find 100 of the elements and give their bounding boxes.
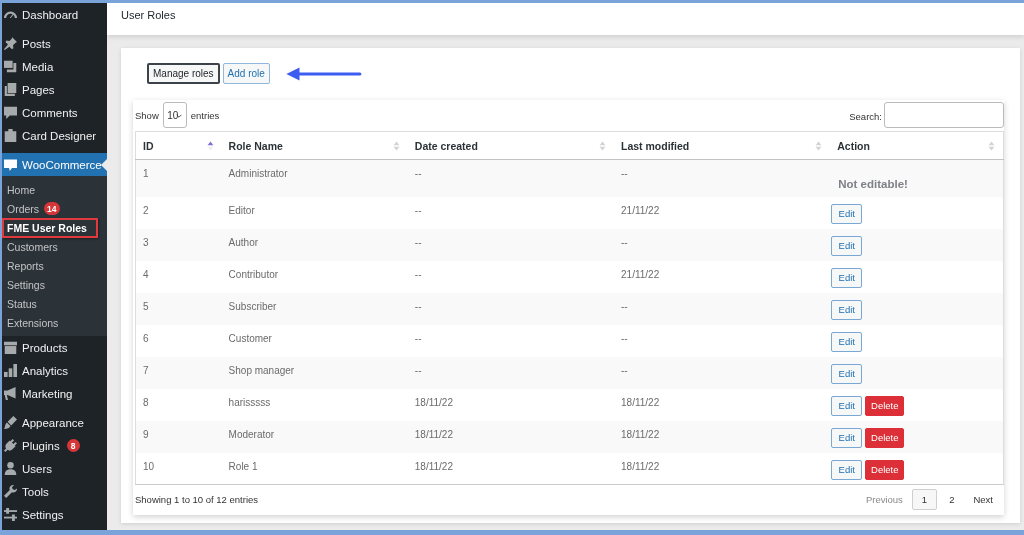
submenu-item[interactable]: Extensions — [2, 312, 64, 333]
submenu-item[interactable]: Status — [2, 293, 42, 314]
status-note: Not editable! — [837, 177, 908, 190]
search-field[interactable] — [884, 102, 1004, 128]
documents-icon — [4, 83, 17, 96]
page-button[interactable]: 1 — [911, 488, 938, 510]
table-cell: -- — [407, 196, 615, 229]
table-cell: 18/11/22 — [407, 452, 615, 485]
edit-button[interactable]: Edit — [831, 331, 863, 352]
table-cell: 21/11/22 — [614, 196, 831, 229]
table-cell: 18/11/22 — [614, 420, 831, 453]
menu-item[interactable]: Analytics — [2, 359, 107, 382]
search-label: Search: — [849, 110, 882, 122]
chat-bubble-icon — [4, 158, 17, 171]
delete-button[interactable]: Delete — [865, 459, 905, 480]
table-cell: -- — [614, 324, 831, 357]
menu-item[interactable]: Marketing — [2, 382, 107, 405]
person-icon — [4, 462, 17, 475]
edit-button[interactable]: Edit — [831, 267, 863, 288]
table-cell: 7 — [135, 356, 222, 389]
tab-button[interactable]: Add role — [222, 63, 270, 84]
bar-chart-icon — [4, 364, 17, 377]
table-cell: harisssss — [221, 388, 408, 421]
submenu-item[interactable]: Orders 14 — [2, 198, 65, 219]
next-button[interactable]: Next — [966, 488, 1000, 510]
speech-bubble-icon — [4, 106, 17, 119]
table-cell: 21/11/22 — [614, 260, 831, 293]
column-header: Role Name — [228, 139, 283, 152]
menu-item[interactable]: Products — [2, 336, 107, 359]
table-cell: -- — [614, 356, 831, 389]
sort-icon[interactable] — [206, 140, 214, 151]
entries-select[interactable]: 10 — [162, 102, 187, 128]
edit-button[interactable]: Edit — [831, 363, 863, 384]
menu-item[interactable]: Tools — [2, 480, 107, 503]
table-cell: Role 1 — [221, 452, 408, 485]
table-cell: 18/11/22 — [407, 420, 615, 453]
edit-button[interactable]: Edit — [831, 203, 863, 224]
table-cell: 4 — [135, 260, 222, 293]
table-cell: Subscriber — [221, 292, 408, 325]
menu-item[interactable]: Dashboard — [2, 3, 107, 26]
table-cell: Administrator — [221, 159, 408, 197]
table-cell: Moderator — [221, 420, 408, 453]
table-cell: -- — [407, 324, 615, 357]
table-cell: -- — [407, 260, 615, 293]
submenu-item[interactable]: Settings — [2, 274, 50, 295]
table-cell: Customer — [221, 324, 408, 357]
table-cell: -- — [614, 159, 831, 197]
menu-item[interactable]: Appearance — [2, 411, 107, 434]
page-title: User Roles — [121, 9, 176, 21]
menu-item[interactable]: Comments — [2, 101, 107, 124]
table-cell: 2 — [135, 196, 222, 229]
table-cell: Shop manager — [221, 356, 408, 389]
chevron-down-icon — [176, 114, 183, 118]
plug-icon — [4, 439, 17, 452]
table-cell: -- — [407, 292, 615, 325]
menu-item[interactable]: Card Designer — [2, 124, 107, 147]
menu-item[interactable]: Plugins 8 — [2, 434, 107, 457]
submenu-item[interactable]: Home — [2, 179, 40, 200]
table-cell: 3 — [135, 228, 222, 261]
delete-button[interactable]: Delete — [865, 427, 905, 448]
submenu-item[interactable]: Reports — [2, 255, 49, 276]
megaphone-icon — [4, 387, 17, 400]
clipboard-icon — [4, 129, 17, 142]
column-header: Action — [837, 139, 870, 152]
edit-button[interactable]: Edit — [831, 459, 863, 480]
paintbrush-icon — [4, 416, 17, 429]
count-badge: 14 — [44, 202, 60, 215]
table-cell: 18/11/22 — [614, 388, 831, 421]
delete-button[interactable]: Delete — [865, 395, 905, 416]
table-cell: -- — [614, 228, 831, 261]
menu-item[interactable]: WooCommerce — [2, 153, 107, 176]
edit-button[interactable]: Edit — [831, 235, 863, 256]
column-header: Last modified — [621, 139, 690, 152]
edit-button[interactable]: Edit — [831, 395, 863, 416]
menu-item[interactable]: Posts — [2, 32, 107, 55]
page-button[interactable]: 2 — [939, 488, 965, 510]
menu-item[interactable]: Pages — [2, 78, 107, 101]
submenu-item[interactable]: FME User Roles — [2, 217, 98, 238]
show-label: Show — [135, 109, 159, 121]
menu-item[interactable]: Settings — [2, 503, 107, 526]
table-cell: 6 — [135, 324, 222, 357]
edit-button[interactable]: Edit — [831, 427, 863, 448]
sliders-icon — [4, 508, 17, 521]
table-cell: 18/11/22 — [407, 388, 615, 421]
table-cell: 1 — [135, 159, 222, 197]
table-cell: 9 — [135, 420, 222, 453]
table-cell: -- — [407, 228, 615, 261]
submenu-item[interactable]: Customers — [2, 236, 63, 257]
table-cell: 8 — [135, 388, 222, 421]
count-badge: 8 — [66, 439, 80, 452]
menu-item[interactable]: Media — [2, 55, 107, 78]
table-cell: Contributor — [221, 260, 408, 293]
entries-info: Showing 1 to 10 of 12 entries — [135, 493, 259, 505]
menu-item[interactable]: Users — [2, 457, 107, 480]
table-cell: 10 — [135, 452, 222, 485]
edit-button[interactable]: Edit — [831, 299, 863, 320]
tab-button[interactable]: Manage roles — [147, 63, 220, 84]
pushpin-icon — [4, 37, 17, 50]
table-cell: 18/11/22 — [614, 452, 831, 485]
table-cell: -- — [407, 159, 615, 197]
